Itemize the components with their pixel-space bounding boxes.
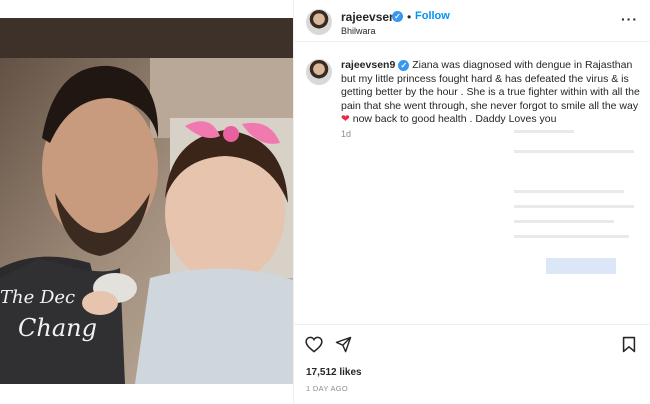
heart-icon[interactable] [305,336,323,358]
caption-username[interactable]: rajeevsen9 [341,59,395,71]
post-photo-illustration: The Dec Chang [0,18,293,384]
verified-badge-icon: ✓ [392,11,403,22]
share-icon[interactable] [335,336,352,358]
caption-verified-badge-icon: ✓ [398,59,410,71]
post-photo[interactable]: The Dec Chang [0,18,293,384]
post-details-panel: rajeevsen9 ✓ • Follow Bhilwara ··· rajee… [293,0,650,404]
follow-button[interactable]: Follow [415,10,450,22]
likes-count[interactable]: 17,512 likes [306,367,362,378]
red-heart-emoji: ❤ [341,113,350,125]
caption-author-avatar[interactable] [306,59,332,85]
more-icon[interactable]: ··· [621,11,638,27]
caption-text: rajeevsen9 ✓ Ziana was diagnosed with den… [341,59,641,127]
bookmark-icon[interactable] [622,336,636,358]
instagram-post-card: The Dec Chang rajeevsen9 ✓ • Follow Bhil… [0,0,650,404]
separator-dot: • [407,10,412,24]
tshirt-text-line-1: The Dec [0,287,75,308]
post-actions-footer: 17,512 likes 1 DAY AGO [294,324,650,404]
author-avatar[interactable] [306,9,332,35]
post-location[interactable]: Bhilwara [341,26,376,36]
post-time-ago: 1 DAY AGO [306,384,349,393]
faded-background-overlay [506,110,650,290]
tshirt-text-line-2: Chang [18,314,97,342]
caption-tail: now back to good health . Daddy Loves yo… [349,113,557,125]
post-header: rajeevsen9 ✓ • Follow Bhilwara ··· [294,0,650,42]
caption-timestamp[interactable]: 1d [341,129,351,139]
